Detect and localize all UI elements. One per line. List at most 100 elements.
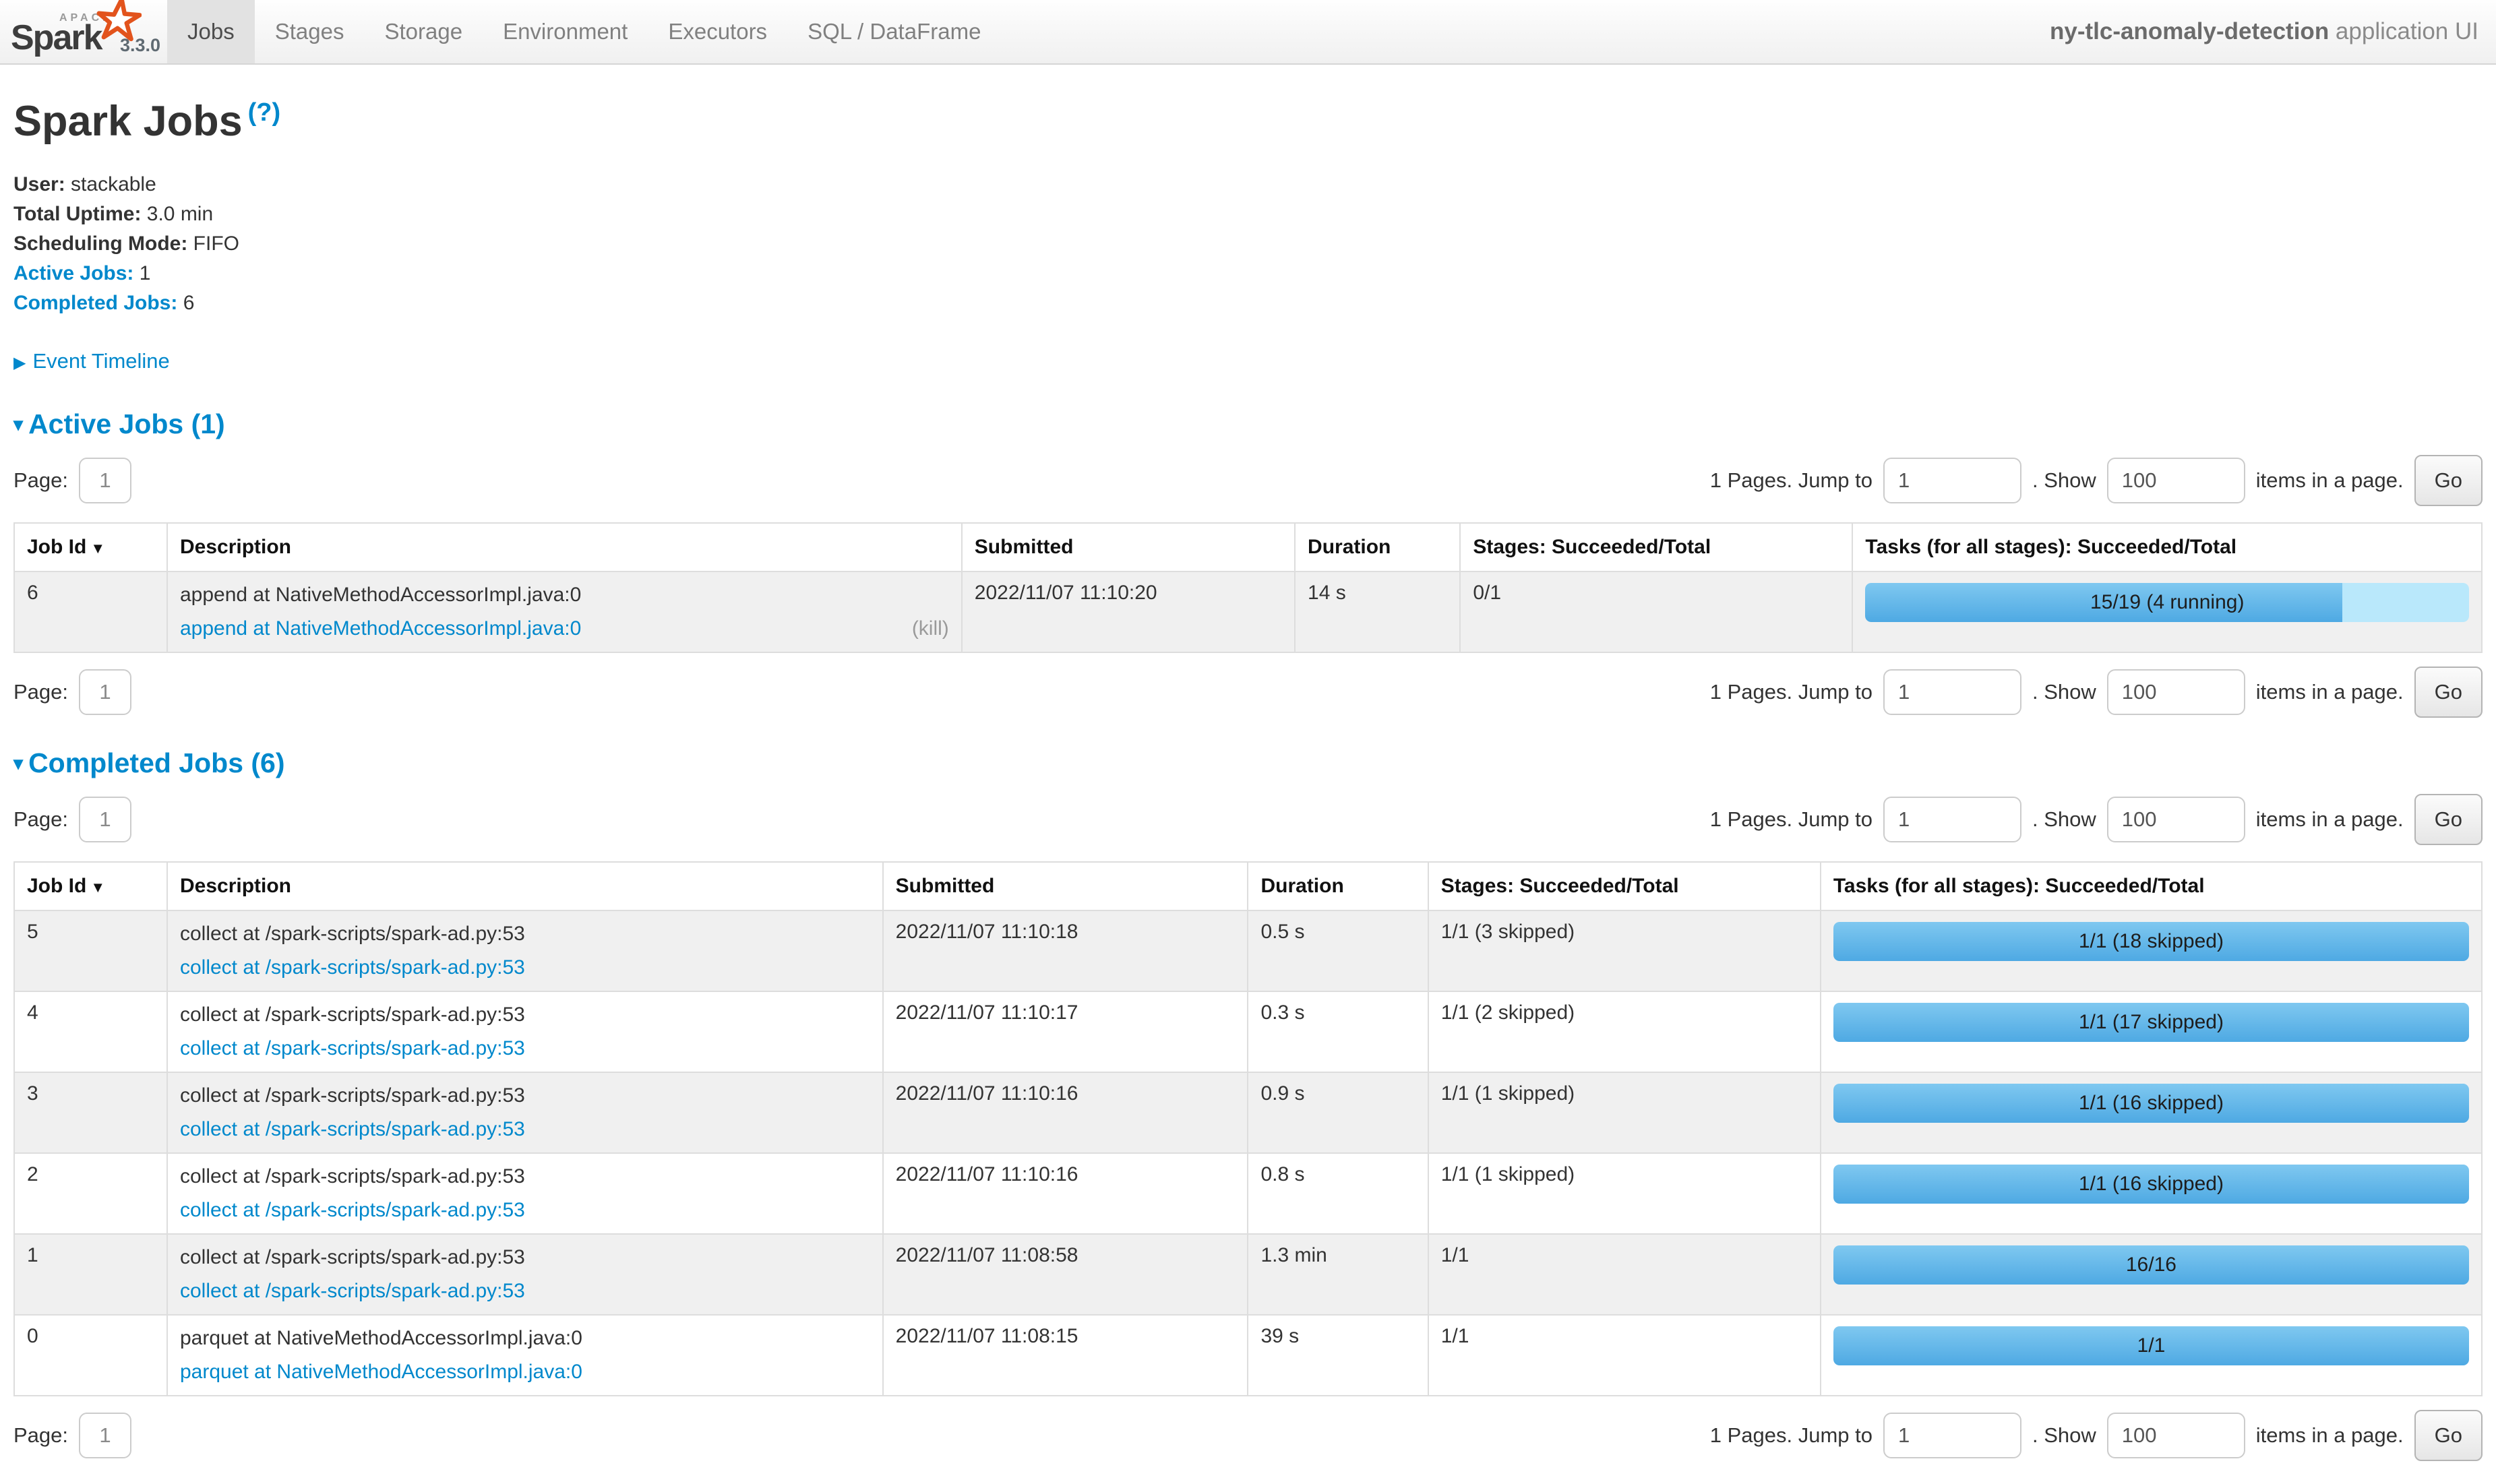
- tasks-progress-bar: 1/1: [1833, 1326, 2469, 1365]
- spark-logo[interactable]: APACHE Spark 3.3.0: [0, 0, 167, 63]
- pages-jump-text: 1 Pages. Jump to: [1710, 1423, 1873, 1448]
- jump-to-input[interactable]: [1883, 458, 2021, 503]
- page-number-input[interactable]: [79, 669, 131, 715]
- kill-job-link[interactable]: (kill): [912, 615, 949, 642]
- pages-jump-text: 1 Pages. Jump to: [1710, 680, 1873, 704]
- cell-submitted: 2022/11/07 11:10:16: [883, 1072, 1248, 1153]
- cell-submitted: 2022/11/07 11:10:16: [883, 1153, 1248, 1234]
- page-number-input[interactable]: [79, 1413, 131, 1458]
- active-jobs-count: 1: [140, 262, 151, 284]
- column-header-duration[interactable]: Duration: [1248, 862, 1428, 910]
- column-header-tasks[interactable]: Tasks (for all stages): Succeeded/Total: [1821, 862, 2482, 910]
- items-per-page-input[interactable]: [2107, 1413, 2245, 1458]
- spark-version: 3.3.0: [120, 35, 160, 56]
- page-label: Page:: [13, 680, 68, 704]
- show-text: . Show: [2032, 1423, 2096, 1448]
- top-navbar: APACHE Spark 3.3.0 Jobs Stages Storage E…: [0, 0, 2496, 65]
- help-icon[interactable]: (?): [248, 98, 281, 127]
- expand-arrow-icon: ▶: [13, 354, 26, 372]
- job-detail-link[interactable]: collect at /spark-scripts/spark-ad.py:53: [180, 1197, 525, 1224]
- job-detail-link[interactable]: collect at /spark-scripts/spark-ad.py:53: [180, 954, 525, 981]
- tasks-progress-bar: 16/16: [1833, 1245, 2469, 1285]
- tab-environment[interactable]: Environment: [483, 0, 648, 63]
- items-text: items in a page.: [2256, 1423, 2404, 1448]
- column-header-job-id[interactable]: Job Id▼: [14, 523, 167, 571]
- cell-duration: 1.3 min: [1248, 1234, 1428, 1315]
- column-header-description[interactable]: Description: [167, 862, 883, 910]
- event-timeline-toggle[interactable]: ▶Event Timeline: [13, 349, 2483, 373]
- tab-storage[interactable]: Storage: [364, 0, 483, 63]
- jump-to-input[interactable]: [1883, 669, 2021, 715]
- scheduling-mode-value: FIFO: [193, 233, 239, 255]
- job-detail-link[interactable]: collect at /spark-scripts/spark-ad.py:53: [180, 1116, 525, 1143]
- completed-jobs-link[interactable]: Completed Jobs:: [13, 292, 177, 314]
- column-header-stages[interactable]: Stages: Succeeded/Total: [1460, 523, 1852, 571]
- progress-label: 1/1: [1833, 1326, 2469, 1365]
- cell-submitted: 2022/11/07 11:10:17: [883, 991, 1248, 1072]
- spark-logo-text: Spark: [11, 18, 102, 58]
- column-header-submitted[interactable]: Submitted: [962, 523, 1295, 571]
- jump-to-input[interactable]: [1883, 797, 2021, 842]
- job-detail-link[interactable]: append at NativeMethodAccessorImpl.java:…: [180, 615, 581, 642]
- page-number-input[interactable]: [79, 797, 131, 842]
- items-per-page-input[interactable]: [2107, 797, 2245, 842]
- column-header-submitted[interactable]: Submitted: [883, 862, 1248, 910]
- go-button[interactable]: Go: [2414, 1410, 2483, 1461]
- active-jobs-link[interactable]: Active Jobs:: [13, 262, 133, 284]
- column-header-tasks[interactable]: Tasks (for all stages): Succeeded/Total: [1852, 523, 2482, 571]
- completed-jobs-heading[interactable]: ▾Completed Jobs (6): [13, 747, 2483, 779]
- items-per-page-input[interactable]: [2107, 458, 2245, 503]
- completed-jobs-count: 6: [183, 292, 195, 314]
- items-text: items in a page.: [2256, 807, 2404, 832]
- column-header-stages[interactable]: Stages: Succeeded/Total: [1428, 862, 1821, 910]
- active-jobs-pager-top: Page: 1 Pages. Jump to . Show items in a…: [13, 455, 2483, 506]
- active-jobs-heading[interactable]: ▾Active Jobs (1): [13, 408, 2483, 440]
- completed-jobs-pager-bottom: Page: 1 Pages. Jump to . Show items in a…: [13, 1410, 2483, 1461]
- go-button[interactable]: Go: [2414, 794, 2483, 845]
- user-label: User:: [13, 173, 65, 195]
- tab-stages[interactable]: Stages: [255, 0, 365, 63]
- sort-desc-icon: ▼: [90, 879, 105, 896]
- tab-jobs[interactable]: Jobs: [167, 0, 255, 63]
- cell-tasks: 15/19 (4 running): [1852, 571, 2482, 652]
- tab-sql-dataframe[interactable]: SQL / DataFrame: [787, 0, 1001, 63]
- cell-duration: 14 s: [1295, 571, 1460, 652]
- show-text: . Show: [2032, 468, 2096, 493]
- cell-submitted: 2022/11/07 11:10:18: [883, 910, 1248, 991]
- uptime-value: 3.0 min: [147, 203, 213, 225]
- show-text: . Show: [2032, 680, 2096, 704]
- column-header-job-id[interactable]: Job Id▼: [14, 862, 167, 910]
- cell-stages: 1/1 (1 skipped): [1428, 1153, 1821, 1234]
- job-detail-link[interactable]: collect at /spark-scripts/spark-ad.py:53: [180, 1035, 525, 1062]
- go-button[interactable]: Go: [2414, 667, 2483, 718]
- uptime-label: Total Uptime:: [13, 203, 141, 225]
- page-number-input[interactable]: [79, 458, 131, 503]
- jump-to-input[interactable]: [1883, 1413, 2021, 1458]
- column-header-description[interactable]: Description: [167, 523, 962, 571]
- page-title: Spark Jobs(?): [13, 97, 2483, 146]
- cell-stages: 0/1: [1460, 571, 1852, 652]
- completed-job-row: 5 collect at /spark-scripts/spark-ad.py:…: [14, 910, 2482, 991]
- cell-description: parquet at NativeMethodAccessorImpl.java…: [167, 1315, 883, 1396]
- cell-tasks: 1/1 (18 skipped): [1821, 910, 2482, 991]
- cell-description: collect at /spark-scripts/spark-ad.py:53…: [167, 991, 883, 1072]
- job-detail-link[interactable]: collect at /spark-scripts/spark-ad.py:53: [180, 1278, 525, 1305]
- cell-duration: 0.8 s: [1248, 1153, 1428, 1234]
- progress-label: 1/1 (18 skipped): [1833, 922, 2469, 961]
- tab-executors[interactable]: Executors: [648, 0, 787, 63]
- progress-label: 15/19 (4 running): [1865, 583, 2469, 622]
- progress-label: 1/1 (16 skipped): [1833, 1084, 2469, 1123]
- cell-duration: 0.9 s: [1248, 1072, 1428, 1153]
- tasks-progress-bar: 15/19 (4 running): [1865, 583, 2469, 622]
- cell-job-id: 3: [14, 1072, 167, 1153]
- completed-job-row: 0 parquet at NativeMethodAccessorImpl.ja…: [14, 1315, 2482, 1396]
- active-jobs-table: Job Id▼ Description Submitted Duration S…: [13, 522, 2483, 653]
- items-per-page-input[interactable]: [2107, 669, 2245, 715]
- items-text: items in a page.: [2256, 680, 2404, 704]
- progress-label: 1/1 (16 skipped): [1833, 1165, 2469, 1204]
- go-button[interactable]: Go: [2414, 455, 2483, 506]
- job-detail-link[interactable]: parquet at NativeMethodAccessorImpl.java…: [180, 1359, 582, 1386]
- column-header-duration[interactable]: Duration: [1295, 523, 1460, 571]
- cell-tasks: 1/1 (16 skipped): [1821, 1153, 2482, 1234]
- cell-submitted: 2022/11/07 11:10:20: [962, 571, 1295, 652]
